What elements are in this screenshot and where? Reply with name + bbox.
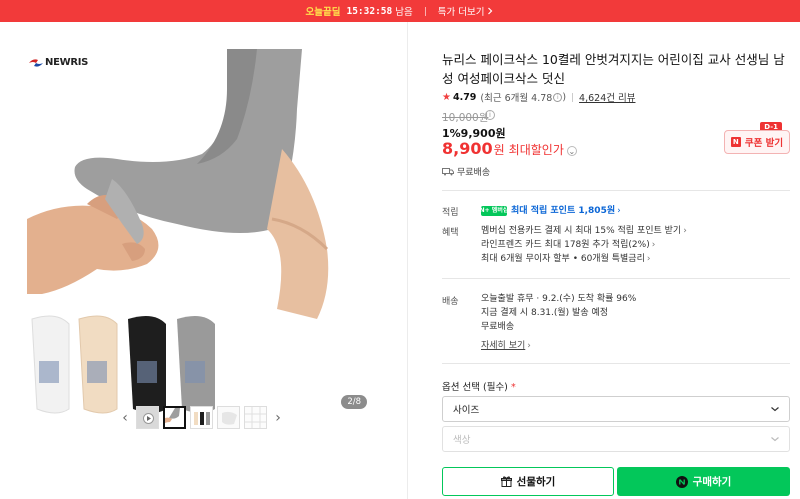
- required-mark: *: [510, 382, 516, 393]
- info-icon[interactable]: i: [553, 92, 563, 102]
- deal-more-label: 특가 더보기: [437, 7, 485, 18]
- thumbnail-5[interactable]: [244, 406, 267, 429]
- product-gallery: NEWRIS 2/8 ‹ ›: [0, 22, 408, 499]
- gift-button[interactable]: 선물하기: [442, 467, 614, 496]
- reviews-link[interactable]: 4,624건 리뷰: [579, 90, 635, 104]
- membership-badge: N+ 멤버십: [479, 206, 509, 216]
- rating-recent-close: ): [562, 91, 567, 103]
- thumbnail-2[interactable]: [163, 406, 186, 429]
- benefit-item[interactable]: 최대 6개월 무이자 할부 • 60개월 특별금리 ›: [481, 252, 687, 266]
- deal-more-link[interactable]: 특가 더보기: [438, 4, 495, 18]
- rating-row: ★ 4.79 (최근 6개월 4.78 i ) 4,624건 리뷰: [442, 90, 635, 105]
- chevron-down-icon: [771, 407, 779, 412]
- divider: [442, 363, 790, 364]
- rating-divider: [572, 92, 574, 102]
- chevron-right-icon: [488, 7, 493, 15]
- naver-n-icon: N: [730, 137, 741, 147]
- price-info-icon[interactable]: i: [485, 110, 495, 120]
- price-unit: 원: [493, 143, 505, 157]
- chevron-right-icon: ›: [617, 206, 621, 216]
- buy-label: 구매하기: [692, 476, 732, 488]
- points-text: 최대 적립 포인트 1,805원: [511, 206, 616, 216]
- max-discount-label[interactable]: 최대할인가: [509, 141, 564, 158]
- delivery-label: 배송: [442, 297, 459, 307]
- rating-score: 4.79: [452, 91, 477, 103]
- color-select-value: 색상: [453, 435, 471, 446]
- size-select-value: 사이즈: [453, 405, 480, 416]
- brand-logo-text: NEWRIS: [45, 57, 89, 68]
- main-product-image[interactable]: NEWRIS 2/8: [27, 49, 373, 415]
- delivery-line-2: 지금 결제 시 8.31.(월) 발송 예정: [481, 308, 609, 318]
- brand-logo-icon: [29, 58, 43, 67]
- thumb-prev-icon[interactable]: ‹: [118, 410, 132, 426]
- banner-divider: [424, 6, 426, 16]
- brand-logo: NEWRIS: [29, 57, 88, 68]
- thumbnail-1[interactable]: [136, 406, 159, 429]
- sock-illustration: [27, 49, 329, 414]
- buy-button[interactable]: 구매하기: [617, 467, 790, 496]
- original-price: 10,000원: [442, 112, 489, 124]
- deal-timer: 15:32:58: [346, 5, 393, 17]
- price-amount: 8,900: [442, 139, 493, 158]
- delivery-line-1: 오늘출발 휴무 · 9.2.(수) 도착 확률 96%: [481, 294, 637, 304]
- benefit-item[interactable]: 멤버십 전용카드 결제 시 최대 15% 적립 포인트 받기 ›: [481, 224, 687, 238]
- thumbnail-4[interactable]: [217, 406, 240, 429]
- product-title: 뉴리스 페이크삭스 10켤레 안벗겨지지는 어린이집 교사 선생님 남성 여성페…: [442, 52, 785, 86]
- delivery-info: 오늘출발 휴무 · 9.2.(수) 도착 확률 96% 지금 결제 시 8.31…: [481, 292, 636, 353]
- coupon-button[interactable]: N 쿠폰 받기: [724, 130, 790, 154]
- deal-banner[interactable]: 오늘끝딜 15:32:58 남음 특가 더보기: [0, 0, 800, 22]
- benefit-list: 멤버십 전용카드 결제 시 최대 15% 적립 포인트 받기 › 라인프렌즈 카드…: [481, 224, 687, 266]
- benefit-item[interactable]: 라인프렌즈 카드 최대 178원 추가 적립(2%) ›: [481, 238, 687, 252]
- deal-brand: 오늘끝딜: [305, 7, 341, 18]
- gift-label: 선물하기: [516, 476, 556, 488]
- divider: [442, 278, 790, 279]
- delivery-detail-link[interactable]: 자세히 보기 ›: [481, 339, 636, 353]
- thumb-next-icon[interactable]: ›: [271, 410, 285, 426]
- delivery-line-3: 무료배송: [481, 322, 515, 332]
- truck-icon: [442, 167, 454, 175]
- coupon-label: 쿠폰 받기: [744, 138, 784, 149]
- shipping-label: 무료배송: [457, 168, 491, 178]
- option-label: 옵션 선택 (필수) *: [442, 382, 516, 393]
- sale-price: 8,900 원 최대할인가 ⌄: [442, 139, 577, 158]
- points-link[interactable]: N+ 멤버십 최대 적립 포인트 1,805원 ›: [479, 204, 621, 218]
- chevron-down-icon: [771, 437, 779, 442]
- size-select[interactable]: 사이즈: [442, 396, 790, 422]
- image-counter: 2/8: [341, 395, 367, 409]
- points-label: 적립: [442, 208, 459, 218]
- shipping-info: 무료배송: [442, 165, 490, 178]
- star-icon: ★: [442, 91, 451, 103]
- color-select[interactable]: 색상: [442, 426, 790, 452]
- chevron-down-icon[interactable]: ⌄: [566, 146, 577, 156]
- rating-recent: (최근 6개월 4.78: [480, 93, 553, 104]
- naver-pay-icon: [675, 475, 688, 488]
- deal-timer-suffix: 남음: [395, 7, 413, 18]
- benefit-label: 혜택: [442, 228, 459, 238]
- thumbnail-3[interactable]: [190, 406, 213, 429]
- gift-icon: [500, 476, 512, 487]
- thumbnail-strip: ‹ ›: [118, 406, 285, 429]
- divider: [442, 190, 790, 191]
